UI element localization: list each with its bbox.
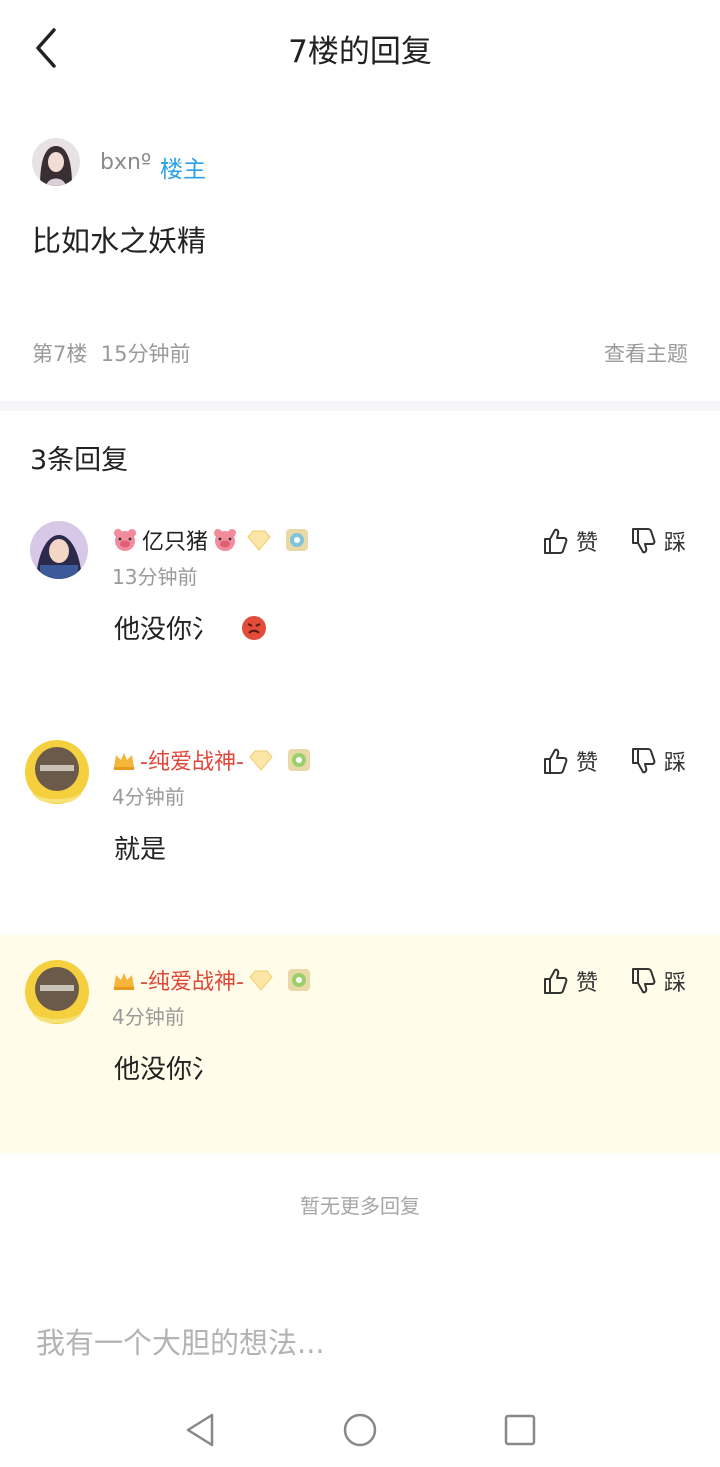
avatar[interactable] xyxy=(24,739,90,805)
reply-input[interactable] xyxy=(34,1318,638,1368)
level-diamond-icon xyxy=(249,750,273,771)
no-more-replies: 暂无更多回复 xyxy=(300,1194,420,1218)
user-avatar-icon xyxy=(25,740,89,804)
nav-recents-button[interactable] xyxy=(500,1410,540,1450)
original-post: bxnº 楼主 比如水之妖精 第7楼 15分钟前 查看主题 xyxy=(0,110,720,400)
reply-author-row: -纯爱战神- xyxy=(112,965,312,995)
user-avatar-icon xyxy=(25,960,89,1024)
reply-time: 4分钟前 xyxy=(112,1005,185,1029)
reply-content: 他没你氵 xyxy=(114,1049,218,1086)
header: 7楼的回复 xyxy=(0,0,720,96)
reply-composer xyxy=(0,1300,720,1390)
reply-author-name[interactable]: -纯爱战神- xyxy=(140,744,244,776)
dislike-button[interactable]: 踩 xyxy=(630,745,686,777)
replies-count-heading: 3条回复 xyxy=(30,445,129,476)
medal-icon xyxy=(287,749,310,771)
page-title: 7楼的回复 xyxy=(288,34,432,70)
triangle-back-icon xyxy=(186,1413,214,1447)
reply-author-row: 亿只猪 xyxy=(112,525,310,555)
reply-time: 13分钟前 xyxy=(112,565,198,589)
circle-home-icon xyxy=(343,1413,377,1447)
avatar[interactable] xyxy=(24,959,90,1025)
like-button[interactable]: 赞 xyxy=(542,745,598,777)
dislike-button[interactable]: 踩 xyxy=(630,965,686,997)
dislike-label: 踩 xyxy=(664,531,687,556)
avatar[interactable] xyxy=(32,138,80,186)
user-avatar-icon xyxy=(32,138,80,186)
nav-back-button[interactable] xyxy=(182,1410,222,1450)
reply-text: 他没你氵 xyxy=(114,615,219,645)
thumbs-down-icon xyxy=(632,968,656,994)
view-topic-link[interactable]: 查看主题 xyxy=(604,338,688,368)
author-name[interactable]: bxnº xyxy=(100,150,151,175)
reply-content: 他没你氵 xyxy=(114,609,268,646)
pig-emoji-icon xyxy=(214,529,237,551)
square-recents-icon xyxy=(504,1414,536,1446)
thumbs-up-icon xyxy=(544,528,568,554)
crown-icon xyxy=(114,753,134,770)
angry-emoji-icon xyxy=(242,615,267,640)
medal-icon xyxy=(286,529,309,551)
user-avatar-icon xyxy=(30,521,88,579)
reply-item: -纯爱战神- 4分钟前 就是 赞 踩 xyxy=(0,725,720,935)
nav-home-button[interactable] xyxy=(340,1410,380,1450)
post-meta: 第7楼 15分钟前 xyxy=(32,338,190,368)
reply-item-highlighted: -纯爱战神- 4分钟前 他没你氵 赞 踩 xyxy=(0,935,720,1153)
reply-content: 就是 xyxy=(114,829,166,866)
level-diamond-icon xyxy=(247,530,271,551)
level-diamond-icon xyxy=(249,970,273,991)
dislike-button[interactable]: 踩 xyxy=(630,525,686,557)
like-label: 赞 xyxy=(576,531,599,556)
pig-emoji-icon xyxy=(114,529,136,551)
reply-time: 4分钟前 xyxy=(112,785,185,809)
like-button[interactable]: 赞 xyxy=(542,525,598,557)
like-label: 赞 xyxy=(576,971,599,996)
reply-item: 亿只猪 13分钟前 他没你氵 赞 踩 xyxy=(0,505,720,715)
like-label: 赞 xyxy=(576,751,599,776)
reply-author-row: -纯爱战神- xyxy=(112,745,312,775)
floor-number: 第7楼 xyxy=(32,342,88,366)
reply-text: 他没你氵 xyxy=(114,1055,219,1085)
like-button[interactable]: 赞 xyxy=(542,965,598,997)
avatar[interactable] xyxy=(30,521,88,579)
post-time: 15分钟前 xyxy=(100,342,191,366)
dislike-label: 踩 xyxy=(664,971,687,996)
crown-icon xyxy=(114,973,134,990)
reply-author-name[interactable]: -纯爱战神- xyxy=(140,964,244,996)
section-divider xyxy=(0,401,720,411)
system-nav-bar xyxy=(0,1392,720,1467)
thumbs-up-icon xyxy=(544,748,568,774)
medal-icon xyxy=(287,969,310,991)
thumbs-down-icon xyxy=(632,748,656,774)
thumbs-up-icon xyxy=(544,968,568,994)
thumbs-down-icon xyxy=(632,528,656,554)
reply-author-name[interactable]: 亿只猪 xyxy=(142,524,208,556)
post-content: 比如水之妖精 xyxy=(32,224,207,258)
dislike-label: 踩 xyxy=(664,751,687,776)
owner-badge: 楼主 xyxy=(160,157,206,183)
reply-text: 就是 xyxy=(114,835,167,865)
